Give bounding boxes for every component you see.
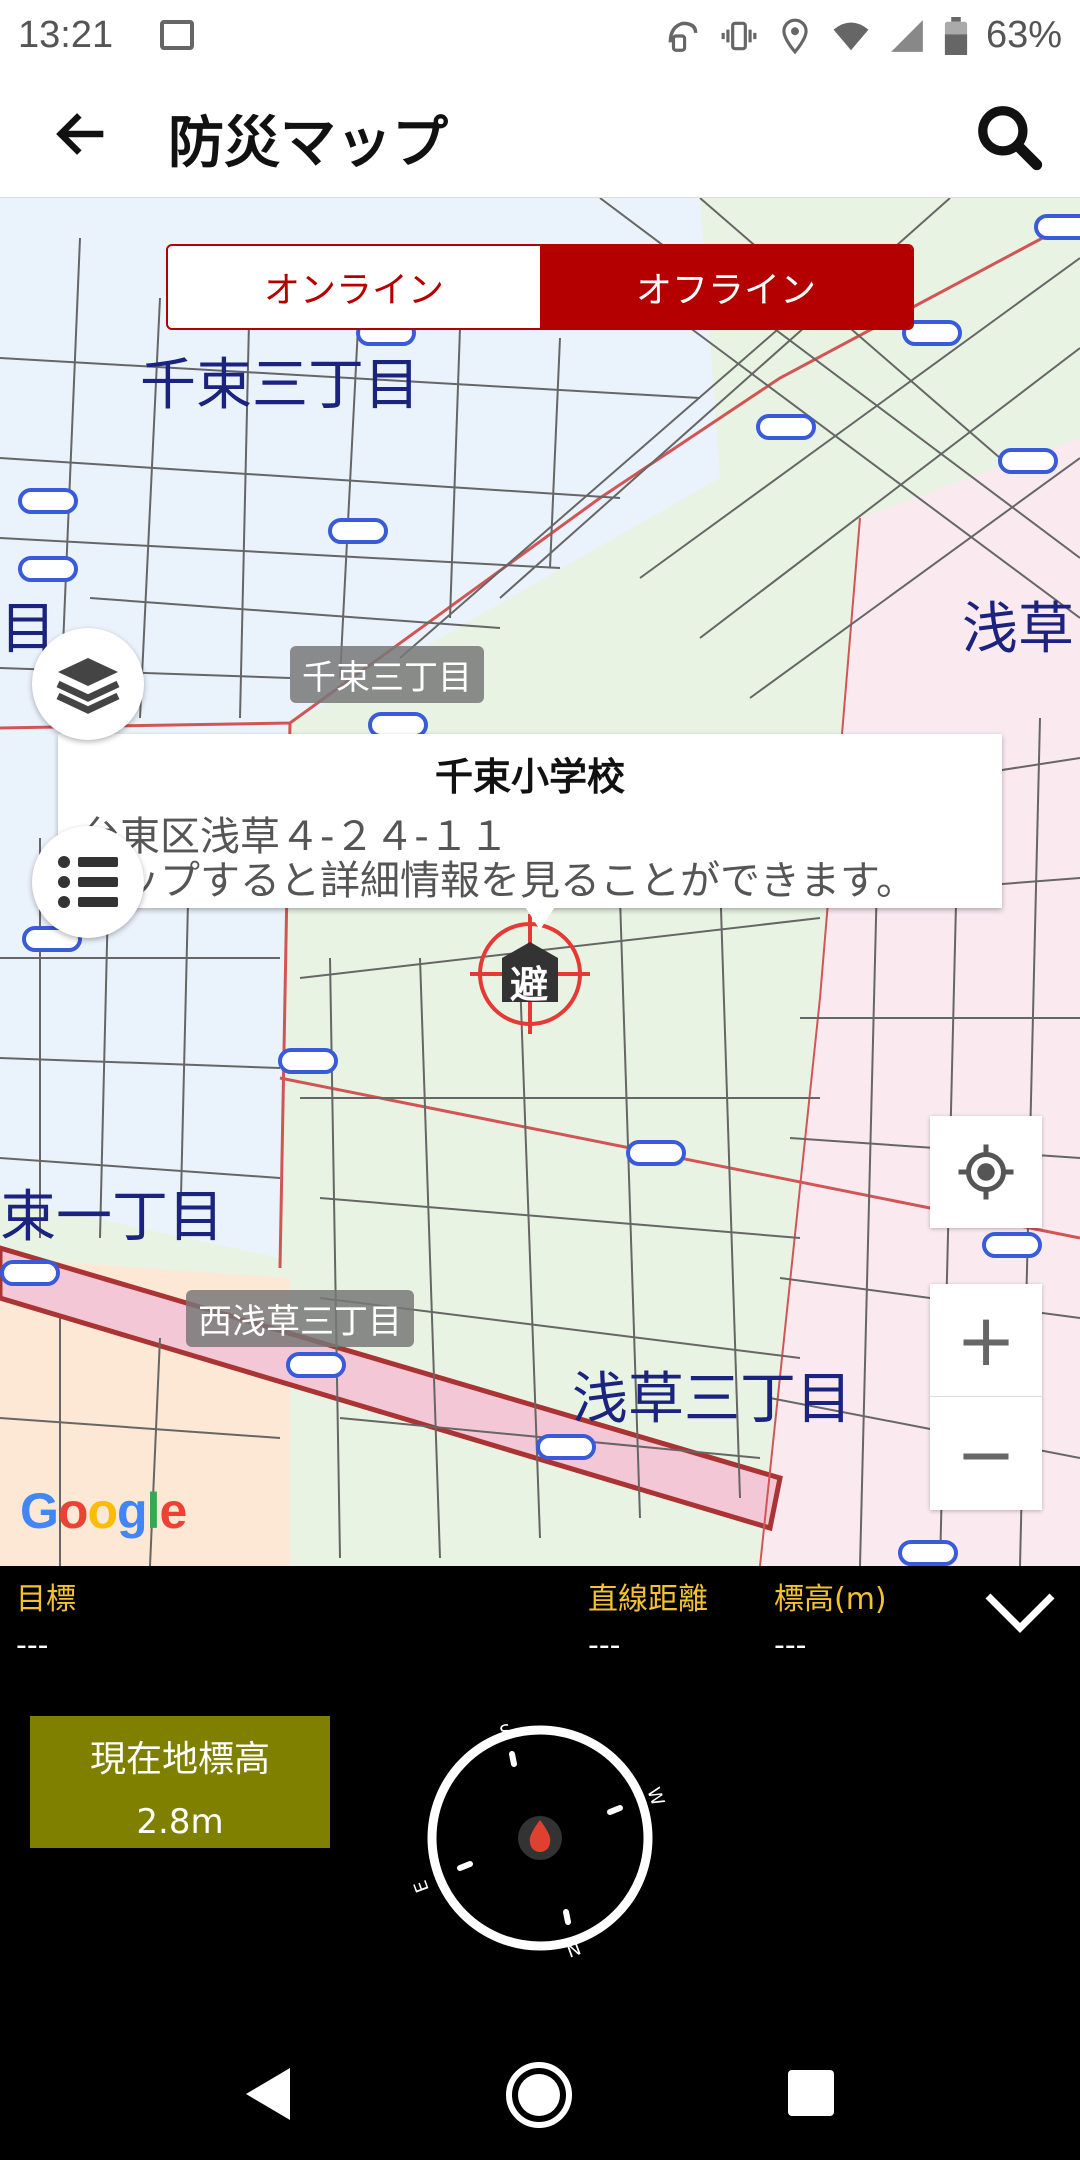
back-arrow-icon[interactable] <box>50 102 114 166</box>
map-label-area: 束一丁目 <box>0 1185 224 1250</box>
layers-icon <box>56 658 120 714</box>
facility-name: 千束小学校 <box>434 755 625 799</box>
elevation-label: 標高(m) <box>774 1582 887 1617</box>
distance-label: 直線距離 <box>588 1582 708 1617</box>
list-button[interactable] <box>32 826 144 938</box>
map-chip-label: 西浅草三丁目 <box>186 1290 414 1347</box>
info-window[interactable]: 千束小学校 台東区浅草４-２４-１１ タップすると詳細情報を見ることができます。 <box>58 734 1002 930</box>
map-label-area: 浅草 <box>962 597 1074 662</box>
battery-icon <box>944 16 968 55</box>
vibrate-icon <box>721 21 757 50</box>
elevation-value: --- <box>774 1628 807 1663</box>
shelter-marker-label[interactable]: 避 <box>510 954 548 1009</box>
current-elevation-box: 現在地標高 2.8m <box>30 1716 330 1848</box>
collapse-chevron-icon[interactable] <box>982 1588 1058 1638</box>
nfc-icon <box>668 21 698 52</box>
distance-value: --- <box>588 1628 621 1663</box>
bottom-panel: 目標 --- 直線距離 --- 標高(m) --- 現在地標高 2.8m S W… <box>0 1566 1080 2030</box>
map-label-area: 浅草三丁目 <box>572 1367 852 1432</box>
nav-back-icon[interactable] <box>240 2064 296 2124</box>
current-elevation-value: 2.8m <box>136 1802 224 1842</box>
zoom-controls: + − <box>930 1284 1042 1510</box>
compass: S W N E <box>410 1720 668 1960</box>
layers-button[interactable] <box>32 628 144 740</box>
signal-icon <box>891 19 923 52</box>
map-chip-label: 千束三丁目 <box>290 646 484 703</box>
online-offline-toggle: オンライン オフライン <box>166 244 914 330</box>
status-bar: 13:21 63% <box>0 0 1080 72</box>
status-time: 13:21 <box>18 14 114 56</box>
online-tab[interactable]: オンライン <box>168 246 540 328</box>
tap-hint: タップすると詳細情報を見ることができます。 <box>80 858 916 904</box>
page-title: 防災マップ <box>168 111 448 176</box>
google-logo: Google <box>20 1483 187 1539</box>
zoom-in-button[interactable]: + <box>930 1284 1042 1397</box>
system-nav-bar <box>0 2030 1080 2160</box>
nav-home-icon[interactable] <box>504 2060 574 2130</box>
map-label-area: 千束三丁目 <box>140 353 420 418</box>
target-label: 目標 <box>16 1582 76 1617</box>
wifi-icon <box>833 22 869 50</box>
app-bar: 防災マップ <box>0 72 1080 198</box>
zoom-out-button[interactable]: − <box>930 1397 1042 1510</box>
current-elevation-title: 現在地標高 <box>89 1739 270 1780</box>
search-icon[interactable] <box>972 100 1046 174</box>
list-icon <box>58 856 118 908</box>
my-location-icon <box>958 1144 1014 1200</box>
map-view[interactable]: オンライン オフライン 千束三丁目 浅草 目 千束三丁目 束一丁目 西浅草三丁目… <box>0 198 1080 1566</box>
location-icon <box>782 18 808 54</box>
offline-tab[interactable]: オフライン <box>540 246 912 328</box>
nav-recents-icon[interactable] <box>786 2068 836 2118</box>
target-value: --- <box>16 1628 49 1663</box>
image-notification-icon <box>160 20 194 50</box>
my-location-button[interactable] <box>930 1116 1042 1228</box>
compass-e: E <box>410 1877 434 1895</box>
battery-percent: 63% <box>985 14 1062 56</box>
